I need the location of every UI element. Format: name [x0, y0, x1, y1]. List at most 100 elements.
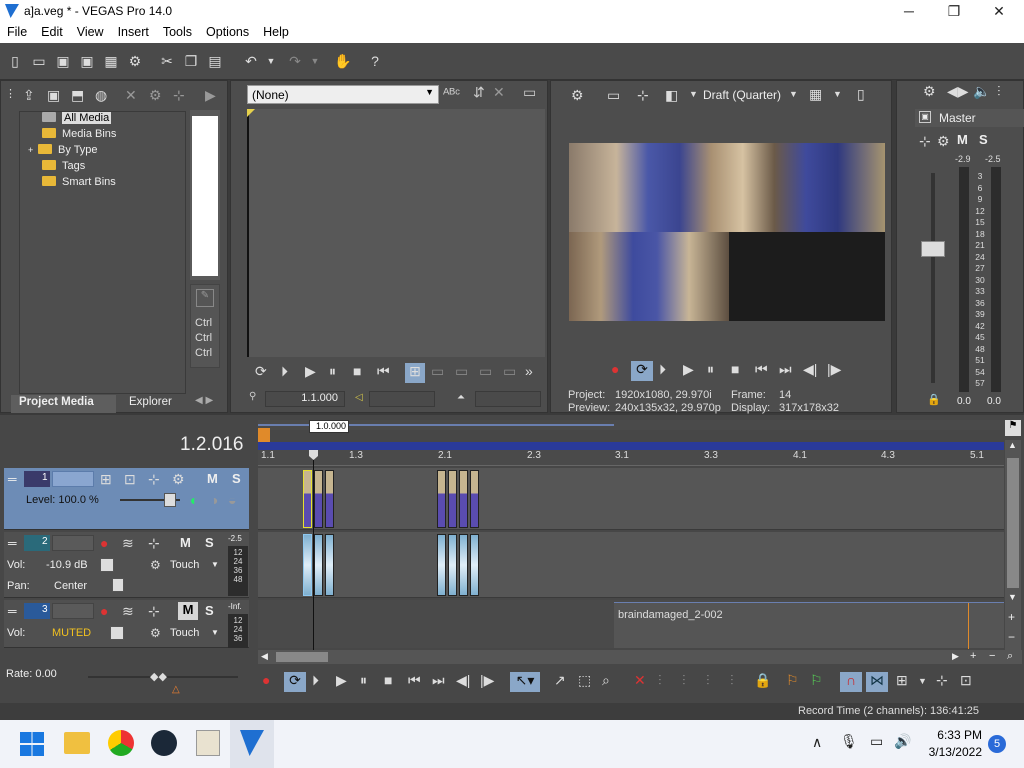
track-1-mute-button[interactable]: M: [207, 471, 218, 486]
child-icon[interactable]: ◒: [228, 492, 236, 508]
next-frame-icon[interactable]: |▶: [480, 672, 494, 689]
play-from-start-icon[interactable]: ⏵: [312, 672, 319, 689]
loop-icon[interactable]: ⟳: [631, 361, 653, 381]
save-icon[interactable]: ▣: [54, 52, 72, 70]
zoom-in-vertical-icon[interactable]: +: [1008, 610, 1015, 624]
network-icon[interactable]: ▭: [870, 733, 883, 750]
tree-item-by-type[interactable]: + By Type: [28, 144, 98, 159]
audio-event[interactable]: [459, 534, 468, 596]
lock-icon[interactable]: 🔒: [754, 672, 771, 689]
master-solo-button[interactable]: S: [979, 132, 988, 147]
master-properties-icon[interactable]: ⚙: [923, 83, 936, 100]
previous-frame-icon[interactable]: ◀|: [456, 672, 470, 689]
track-fx-icon[interactable]: ⊹: [148, 603, 160, 620]
ignore-grouping-icon[interactable]: ⊡: [960, 672, 972, 689]
stop-icon[interactable]: ■: [353, 363, 361, 379]
track-1-header[interactable]: ═ 1 ⊞ ⊡ ⊹ ⚙ M S Level: 100.0 % ◐ ◑ ◒: [4, 468, 249, 530]
trimmer-dropdown[interactable]: (None) ▼: [247, 85, 439, 104]
audio-event[interactable]: [448, 534, 457, 596]
automation-gear-icon[interactable]: ⚙: [150, 626, 161, 640]
invert-phase-icon[interactable]: ≋: [122, 603, 134, 620]
marker-bar[interactable]: [258, 420, 1006, 430]
properties-gear-icon[interactable]: ⚙: [126, 52, 144, 70]
snapping-icon[interactable]: ∩: [840, 672, 862, 692]
auto-crossfade-icon[interactable]: ⋈: [866, 672, 888, 692]
menu-insert[interactable]: Insert: [111, 23, 156, 39]
open-icon[interactable]: ▭: [30, 52, 48, 70]
automation-mode[interactable]: Touch: [170, 627, 199, 639]
track-name-field[interactable]: [52, 535, 94, 551]
track-gear-icon[interactable]: ⚙: [172, 471, 185, 488]
import-media-icon[interactable]: ⇪: [23, 87, 35, 104]
tab-scroll-arrows-icon[interactable]: ◀ ▶: [195, 395, 213, 406]
file-explorer-icon[interactable]: [64, 732, 90, 754]
minimize-button[interactable]: ─: [886, 0, 932, 23]
audio-event[interactable]: braindamaged_2-002: [614, 602, 1004, 649]
scroll-up-icon[interactable]: ▲: [1008, 440, 1017, 450]
track-motion-icon[interactable]: ⊞: [100, 471, 112, 488]
track-name-field[interactable]: [52, 603, 94, 619]
copy-icon[interactable]: ❐: [182, 52, 200, 70]
zoom-tool-icon[interactable]: ⌕: [1007, 650, 1013, 663]
more-icon[interactable]: »: [525, 363, 533, 379]
volume-icon[interactable]: 🔊: [894, 733, 911, 750]
tree-item-tags[interactable]: Tags: [42, 160, 85, 175]
loop-icon[interactable]: ⟳: [255, 363, 267, 380]
track-2-mute-button[interactable]: M: [180, 535, 191, 550]
paste-icon[interactable]: ▤: [206, 52, 224, 70]
zoom-out-vertical-icon[interactable]: −: [1008, 630, 1015, 644]
play-from-start-icon[interactable]: ⏵: [281, 363, 288, 380]
zoom-edit-tool-icon[interactable]: ⌕: [602, 672, 610, 689]
microphone-icon[interactable]: 🎙: [840, 733, 858, 750]
pan-slider-handle[interactable]: [112, 578, 124, 592]
render-icon[interactable]: ▦: [102, 52, 120, 70]
vegas-taskbar-button[interactable]: [230, 720, 274, 768]
copy-snapshot-icon[interactable]: ▯: [857, 86, 865, 103]
track-fx-icon[interactable]: ⊹: [148, 471, 160, 488]
video-event[interactable]: [448, 470, 457, 528]
pause-icon[interactable]: ⏸: [329, 363, 336, 380]
automation-gear-icon[interactable]: ⚙: [150, 558, 161, 572]
arm-record-icon[interactable]: ●: [100, 535, 108, 551]
play-from-start-icon[interactable]: ⏵: [659, 361, 666, 378]
menu-file[interactable]: File: [0, 23, 34, 39]
ripple-edit-icon[interactable]: ⊞: [896, 672, 908, 689]
tab-project-media[interactable]: Project Media: [11, 395, 116, 413]
insert-marker-icon[interactable]: ⚐: [786, 672, 799, 689]
go-to-start-icon[interactable]: ⏮: [377, 363, 390, 380]
lock-icon[interactable]: 🔒: [927, 393, 941, 406]
clock-date[interactable]: 3/13/2022: [922, 745, 982, 759]
quality-dropdown-icon[interactable]: ▼: [789, 89, 798, 99]
master-mute-button[interactable]: M: [957, 132, 968, 147]
timeline-horizontal-scrollbar[interactable]: ◀ ▶ + − ⌕: [258, 650, 1022, 664]
trim-start-icon[interactable]: ⫶: [682, 672, 686, 689]
trim-icon[interactable]: ▭: [431, 363, 444, 380]
split-icon[interactable]: ⫶: [730, 672, 734, 689]
save-as-icon[interactable]: ▣: [78, 52, 96, 70]
trim-icon[interactable]: ▭: [503, 363, 516, 380]
media-generator-icon[interactable]: ⊹: [173, 87, 185, 104]
steam-icon[interactable]: [151, 730, 177, 756]
arm-record-icon[interactable]: ●: [100, 603, 108, 619]
cut-icon[interactable]: ✂: [158, 52, 176, 70]
timeline-ruler[interactable]: 1.1 1.3 2.1 2.3 3.1 3.3 4.1 4.3 5.1: [258, 450, 1004, 466]
track-fx-icon[interactable]: ⊹: [148, 535, 160, 552]
pause-icon[interactable]: ⏸: [707, 361, 714, 378]
web-icon[interactable]: ◍: [95, 87, 107, 104]
compositing-mode-icon[interactable]: ◐: [190, 492, 198, 508]
redo-icon[interactable]: ↷: [286, 52, 304, 70]
tree-item-smart-bins[interactable]: Smart Bins: [42, 176, 116, 191]
add-to-timeline-icon[interactable]: ⊞: [405, 363, 425, 383]
go-to-end-icon[interactable]: ⏭: [432, 672, 445, 689]
track-1-lane[interactable]: [258, 468, 1004, 530]
zoom-in-icon[interactable]: +: [970, 650, 976, 662]
parent-icon[interactable]: ◑: [210, 492, 218, 508]
ripple-dropdown-icon[interactable]: ▼: [918, 676, 927, 686]
menu-tools[interactable]: Tools: [156, 23, 199, 39]
track-2-solo-button[interactable]: S: [205, 535, 214, 550]
clock-time[interactable]: 6:33 PM: [922, 728, 982, 742]
trim-icon[interactable]: ▭: [455, 363, 468, 380]
selection-tool-icon[interactable]: ⬚: [578, 672, 591, 689]
scroll-left-icon[interactable]: ◀: [261, 651, 268, 662]
record-icon[interactable]: ●: [611, 361, 619, 377]
